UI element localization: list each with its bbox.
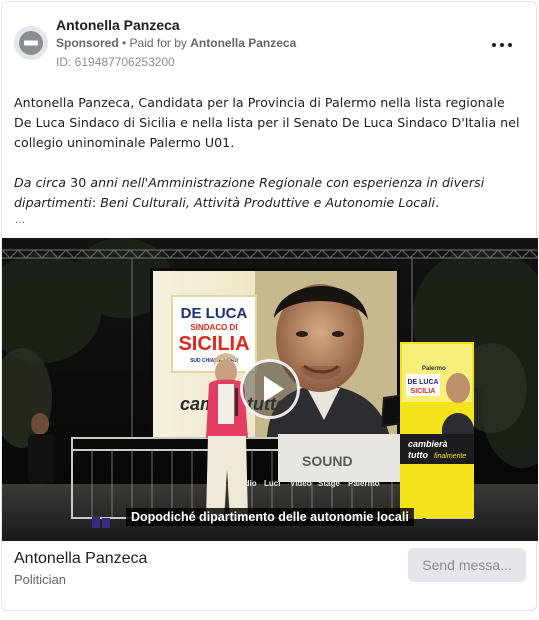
sponsored-label: Sponsored — [56, 36, 119, 50]
more-horizontal-icon[interactable] — [490, 36, 514, 52]
paid-prefix: • Paid for by — [118, 36, 191, 50]
p2-part-f: . — [435, 195, 440, 210]
paid-by: Antonella Panzeca — [190, 36, 297, 50]
footer-page-name[interactable]: Antonella Panzeca — [14, 550, 147, 568]
ad-header: Antonella Panzeca Sponsored • Paid for b… — [14, 14, 524, 74]
send-message-button[interactable]: Send messa... — [408, 548, 526, 582]
p2-part-b: 30 — [70, 175, 87, 190]
no-entry-icon[interactable] — [14, 26, 48, 60]
banner-slogan-3: finalmente — [434, 453, 466, 460]
table-word-4: Stage — [318, 479, 340, 488]
banner-logo-1: DE LUCA — [407, 379, 438, 386]
p2-part-e: Beni Culturali, Attività Produttive e Au… — [100, 195, 436, 210]
screen-logo-line1: DE LUCA — [181, 305, 248, 322]
video-subtitle: Dopodiché dipartimento delle autonomie l… — [126, 508, 414, 526]
body-paragraph-2: Da circa 30 anni nell'Amministrazione Re… — [14, 173, 526, 213]
p2-part-a: Da circa — [14, 175, 71, 190]
ad-video[interactable]: DE LUCA SINDACO DI SICILIA SUD CHIAMA NO… — [2, 238, 538, 541]
see-more-ellipsis[interactable]: ... — [15, 212, 25, 226]
body-paragraph-1: Antonella Panzeca, Candidata per la Prov… — [14, 95, 520, 150]
banner-logo-2: SICILIA — [411, 388, 436, 395]
sponsored-line: Sponsored • Paid for by Antonella Panzec… — [56, 36, 296, 50]
stage-sign: SOUND — [302, 453, 353, 469]
page-name[interactable]: Antonella Panzeca — [56, 17, 180, 33]
banner-slogan-2: tutto — [408, 450, 428, 460]
table-word-2: Luci — [264, 479, 280, 488]
library-id: ID: 619487706253200 — [56, 55, 175, 69]
ad-card: Antonella Panzeca Sponsored • Paid for b… — [1, 1, 538, 611]
footer-category: Politician — [14, 572, 67, 587]
p2-part-d: : — [91, 195, 101, 210]
ad-footer: Antonella Panzeca Politician Send messa.… — [2, 541, 538, 611]
banner-top: Palermo — [422, 366, 446, 372]
screen-logo-line2: SINDACO DI — [190, 323, 237, 332]
table-word-3: Video — [290, 479, 312, 488]
play-button[interactable] — [240, 359, 300, 419]
screen-logo-line3: SICILIA — [178, 333, 249, 355]
table-word-5: Palermo — [348, 479, 380, 488]
banner-slogan-1: cambierà — [408, 439, 448, 449]
ad-body-text: Antonella Panzeca, Candidata per la Prov… — [14, 93, 526, 213]
